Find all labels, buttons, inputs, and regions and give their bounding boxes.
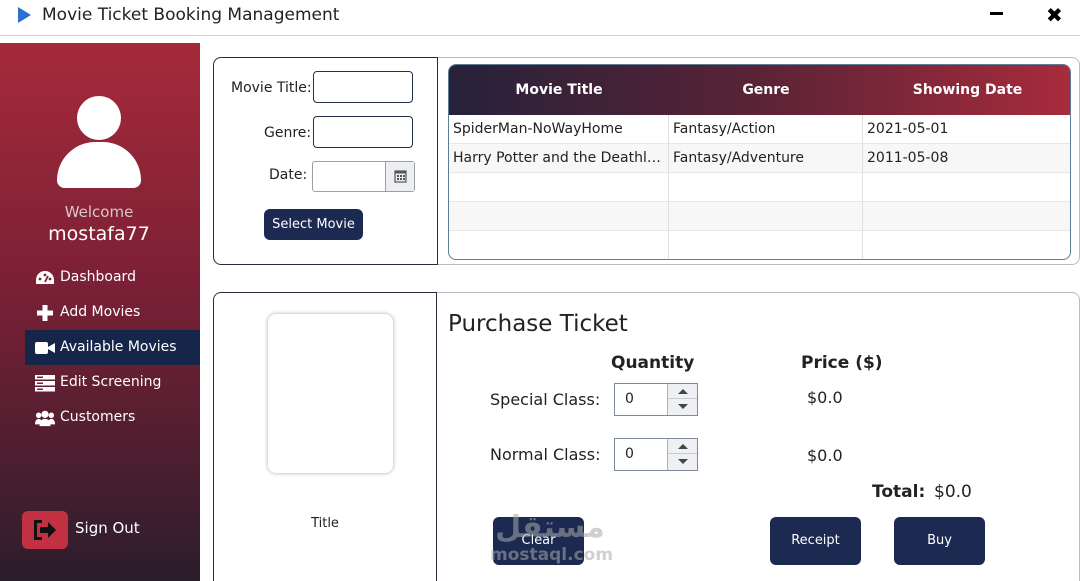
table-header: Movie Title Genre Showing Date [449, 65, 1070, 115]
app-play-icon [18, 7, 31, 23]
special-class-quantity-value[interactable]: 0 [625, 391, 634, 407]
increment-arrow-icon[interactable] [668, 439, 697, 454]
table-cell [449, 173, 669, 202]
sign-out-icon [34, 520, 56, 540]
server-icon [35, 375, 55, 392]
date-label: Date: [269, 167, 308, 183]
movie-poster-panel: Title [213, 292, 437, 581]
normal-class-quantity-stepper[interactable]: 0 [614, 438, 698, 471]
sidebar-item-available-movies[interactable]: Available Movies [25, 330, 200, 365]
close-icon[interactable]: ✖ [1046, 4, 1063, 26]
plus-icon [37, 305, 53, 321]
sign-out-button[interactable] [22, 511, 68, 549]
decrement-arrow-icon[interactable] [668, 399, 697, 414]
clear-button[interactable]: Clear [493, 517, 584, 565]
table-cell [669, 173, 863, 202]
increment-arrow-icon[interactable] [668, 384, 697, 399]
table-cell [669, 202, 863, 231]
table-cell: Harry Potter and the Deathly Hallows [449, 144, 669, 173]
sidebar-item-label: Dashboard [60, 269, 136, 285]
sidebar: Welcome mostafa77 Dashboard Add Movies A… [0, 43, 200, 581]
genre-input[interactable] [313, 116, 413, 148]
dashboard-icon [36, 271, 54, 284]
table-row[interactable]: SpiderMan-NoWayHome Fantasy/Action 2021-… [449, 115, 1070, 144]
date-picker[interactable] [312, 161, 415, 192]
video-camera-icon [35, 342, 55, 354]
movies-table-panel: Movie Title Genre Showing Date SpiderMan… [438, 57, 1080, 265]
table-cell [863, 202, 1070, 231]
table-cell [863, 231, 1070, 259]
table-cell [449, 231, 669, 259]
table-cell: 2011-05-08 [867, 150, 949, 166]
purchase-ticket-panel: Purchase Ticket Quantity Price ($) Speci… [437, 292, 1080, 581]
table-cell [449, 202, 669, 231]
movie-title-label: Movie Title: [231, 80, 312, 96]
decrement-arrow-icon[interactable] [668, 454, 697, 469]
movie-filter-panel: Movie Title: Genre: Date: Select Movie [213, 57, 438, 265]
total-value: $0.0 [934, 482, 972, 502]
special-class-label: Special Class: [490, 390, 601, 409]
welcome-text: Welcome [64, 203, 134, 221]
receipt-button[interactable]: Receipt [770, 517, 861, 565]
sidebar-item-label: Customers [60, 409, 136, 425]
sidebar-item-edit-screening[interactable]: Edit Screening [25, 365, 200, 400]
calendar-icon [394, 170, 407, 183]
title-bar: Movie Ticket Booking Management ✖ [0, 0, 1080, 36]
table-row-empty [449, 231, 1070, 259]
minimize-icon[interactable] [990, 12, 1003, 15]
table-row[interactable]: Harry Potter and the Deathly Hallows Fan… [449, 144, 1070, 173]
quantity-header: Quantity [611, 353, 695, 373]
normal-class-price: $0.0 [807, 446, 843, 465]
purchase-heading: Purchase Ticket [448, 311, 628, 337]
normal-class-quantity-value[interactable]: 0 [625, 446, 634, 462]
table-row-empty [449, 202, 1070, 231]
movies-table[interactable]: Movie Title Genre Showing Date SpiderMan… [448, 64, 1071, 260]
sign-out-label[interactable]: Sign Out [75, 519, 140, 537]
calendar-button[interactable] [385, 162, 414, 191]
buy-button[interactable]: Buy [894, 517, 985, 565]
movie-poster-image [268, 314, 393, 473]
table-cell: Fantasy/Action [669, 115, 863, 144]
poster-title: Title [311, 516, 339, 531]
username: mostafa77 [48, 223, 150, 245]
column-header-movie-title[interactable]: Movie Title [449, 65, 669, 115]
sidebar-item-dashboard[interactable]: Dashboard [25, 260, 200, 295]
window-title: Movie Ticket Booking Management [42, 5, 340, 25]
total-label: Total: [872, 482, 926, 502]
special-class-quantity-stepper[interactable]: 0 [614, 383, 698, 416]
genre-label: Genre: [264, 125, 312, 141]
column-header-genre[interactable]: Genre [669, 65, 863, 115]
table-cell [669, 231, 863, 259]
table-cell: Fantasy/Adventure [669, 144, 863, 173]
table-cell: SpiderMan-NoWayHome [449, 115, 669, 144]
movie-title-input[interactable] [313, 71, 413, 103]
user-avatar-icon [57, 96, 141, 188]
table-cell [863, 173, 1070, 202]
table-row-empty [449, 173, 1070, 202]
sidebar-item-label: Edit Screening [60, 374, 162, 390]
users-icon [35, 410, 55, 427]
sidebar-item-customers[interactable]: Customers [25, 400, 200, 435]
column-header-showing-date[interactable]: Showing Date [863, 65, 1070, 115]
select-movie-button[interactable]: Select Movie [264, 209, 363, 240]
sidebar-item-add-movies[interactable]: Add Movies [25, 295, 200, 330]
table-cell: 2021-05-01 [867, 121, 949, 137]
price-header: Price ($) [801, 353, 883, 373]
special-class-price: $0.0 [807, 388, 843, 407]
sidebar-item-label: Available Movies [60, 339, 177, 355]
normal-class-label: Normal Class: [490, 445, 601, 464]
sidebar-item-label: Add Movies [60, 304, 141, 320]
